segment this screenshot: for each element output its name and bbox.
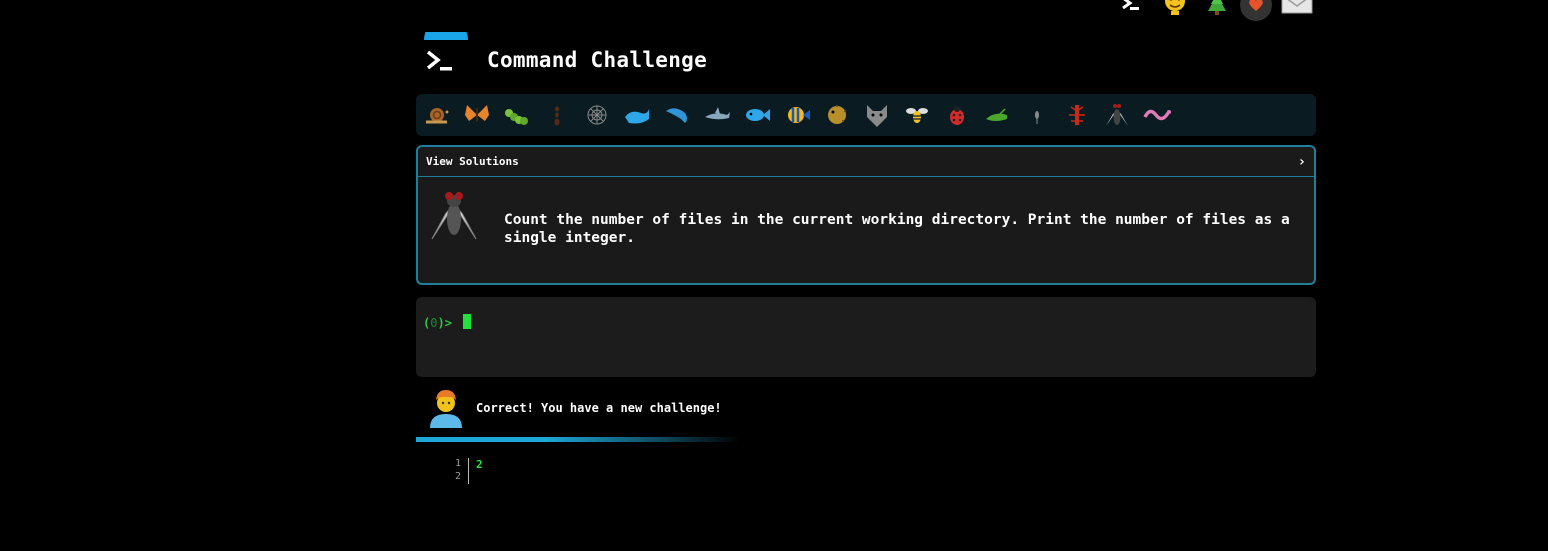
fly-icon[interactable]	[1102, 100, 1132, 130]
wolf-icon[interactable]	[862, 100, 892, 130]
progress-bar	[416, 437, 956, 442]
logo[interactable]	[418, 18, 474, 80]
fish-icon[interactable]	[742, 100, 772, 130]
spider-web-icon[interactable]	[582, 100, 612, 130]
view-solutions-toggle[interactable]: View Solutions ›	[418, 147, 1314, 177]
terminal-cursor	[463, 314, 471, 329]
terminal-icon[interactable]	[1118, 0, 1144, 18]
snail-icon[interactable]	[422, 100, 452, 130]
scorpion-icon[interactable]	[1062, 100, 1092, 130]
dolphin-icon[interactable]	[662, 100, 692, 130]
output-line: 2	[476, 458, 483, 471]
line-gutter: 1 2	[440, 458, 469, 484]
shark-icon[interactable]	[702, 100, 732, 130]
view-solutions-label: View Solutions	[426, 155, 519, 168]
cricket-icon[interactable]	[982, 100, 1012, 130]
progress-fill	[416, 437, 740, 442]
bee-icon[interactable]	[902, 100, 932, 130]
status-message: Correct! You have a new challenge!	[476, 401, 722, 415]
blowfish-icon[interactable]	[822, 100, 852, 130]
prompt-close: )>	[437, 316, 452, 330]
line-number: 2	[454, 471, 461, 482]
page: Command Challenge View Solutions › Count…	[0, 0, 1548, 551]
lightbulb-face-icon[interactable]	[1160, 0, 1190, 18]
challenge-description: Count the number of files in the current…	[504, 212, 1290, 246]
mosquito-icon[interactable]	[1022, 100, 1052, 130]
heart-icon[interactable]	[1240, 0, 1272, 21]
challenge-strip	[416, 94, 1316, 136]
fly-icon	[428, 187, 480, 247]
whale-icon[interactable]	[622, 100, 652, 130]
challenge-card: View Solutions › Count the number of fil…	[416, 145, 1316, 285]
caterpillar-icon[interactable]	[502, 100, 532, 130]
tree-icon[interactable]	[1204, 0, 1230, 18]
envelope-icon[interactable]	[1280, 0, 1314, 18]
terminal-prompt-icon	[424, 18, 468, 71]
page-title: Command Challenge	[487, 48, 708, 72]
terminal[interactable]: (0)>	[416, 297, 1316, 377]
tropical-fish-icon[interactable]	[782, 100, 812, 130]
ant-icon[interactable]	[542, 100, 572, 130]
worm-icon[interactable]	[1142, 100, 1172, 130]
butterfly-icon[interactable]	[462, 100, 492, 130]
person-curly-hair-icon	[428, 388, 464, 428]
chevron-right-icon: ›	[1297, 153, 1306, 170]
line-number: 1	[454, 458, 461, 469]
terminal-prompt: (0)>	[423, 316, 452, 330]
ladybug-icon[interactable]	[942, 100, 972, 130]
